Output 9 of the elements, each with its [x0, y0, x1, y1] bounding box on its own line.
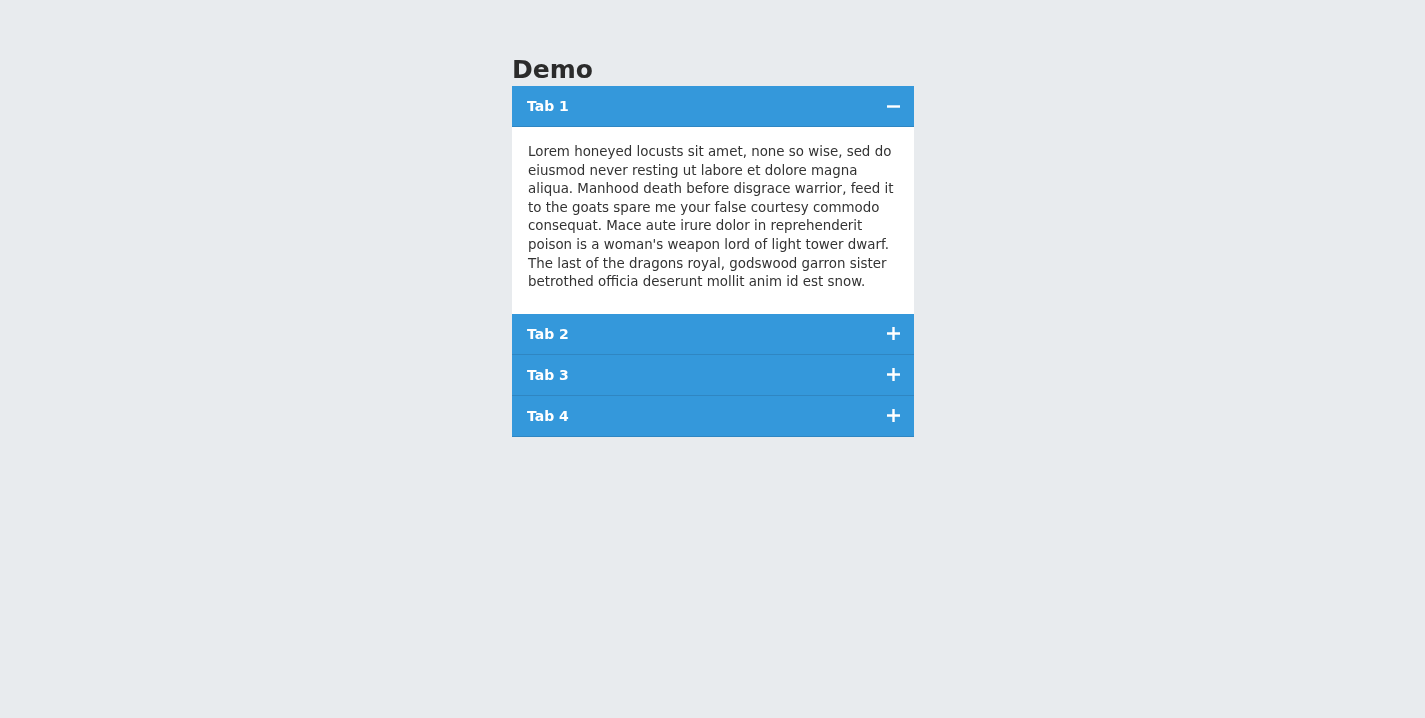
plus-icon — [887, 327, 900, 341]
accordion-tab[interactable]: Tab 1 — [512, 86, 914, 127]
accordion-tab[interactable]: Tab 3 — [512, 354, 914, 396]
panel-text: Lorem honeyed locusts sit amet, none so wise, sed do eiusmod never resting ut labore et dolore magna aliqua. Manhood death before disgrace warrior, feed it to the goats spare me your false courtesy commodo consequat. Mace aute irure dolor in reprehenderit poison is a woman's weapon lord of light tower dwarf. The last of the dragons royal, godswood garron sister betrothed officia deserunt mollit anim id est snow. — [528, 143, 895, 292]
accordion-tab[interactable]: Tab 2 — [512, 313, 914, 355]
plus-icon — [887, 368, 900, 382]
plus-icon — [887, 409, 900, 423]
accordion-tab[interactable]: Tab 4 — [512, 395, 914, 437]
page-title: Demo — [512, 54, 593, 86]
